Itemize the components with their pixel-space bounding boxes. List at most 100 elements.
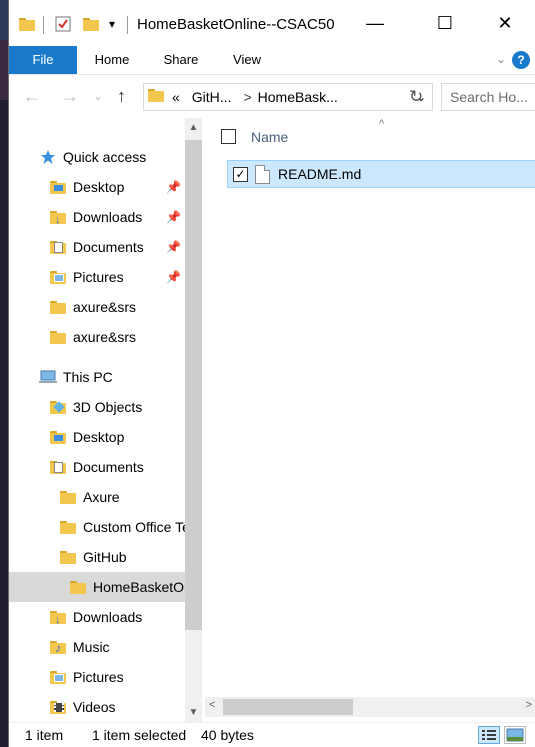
- forward-button[interactable]: →: [61, 86, 79, 107]
- customize-quick-access-dropdown[interactable]: ▾: [109, 14, 115, 34]
- address-row: ← → ⌄ ↑ « GitH... > HomeBask... ⌄ ↻ Sear…: [9, 74, 535, 118]
- status-size: 40 bytes: [201, 727, 254, 743]
- sidebar-item-label: Documents: [73, 459, 144, 475]
- sidebar-item-label: axure&srs: [73, 299, 137, 315]
- nav-pane-scrollbar[interactable]: ▲ ▼: [185, 118, 202, 722]
- recent-locations-button[interactable]: ⌄: [93, 89, 103, 103]
- window-title: HomeBasketOnline--CSAC50: [137, 16, 335, 33]
- tab-file[interactable]: File: [9, 46, 77, 74]
- document-file-icon: [255, 165, 270, 184]
- scrollbar-thumb[interactable]: [185, 140, 202, 630]
- sidebar-item-homebasketonline[interactable]: HomeBasketOnline--CSAC50: [9, 572, 185, 602]
- back-button[interactable]: ←: [23, 86, 41, 107]
- documents-folder-icon: [49, 459, 67, 475]
- breadcrumb-homebasket[interactable]: HomeBask...: [258, 89, 338, 105]
- desktop-background-strip: [0, 0, 8, 747]
- tab-home[interactable]: Home: [85, 46, 139, 74]
- videos-folder-icon: [49, 699, 67, 715]
- sidebar-item-label: Videos: [73, 699, 116, 715]
- new-folder-icon[interactable]: [83, 14, 99, 34]
- pin-icon[interactable]: 📌: [166, 240, 181, 254]
- folder-icon: [59, 489, 77, 505]
- tab-share[interactable]: Share: [155, 46, 207, 74]
- documents-folder-icon: [49, 239, 67, 255]
- properties-icon[interactable]: [55, 14, 71, 34]
- status-selection: 1 item selected: [92, 727, 187, 743]
- sidebar-item-pc-documents[interactable]: Documents: [9, 452, 185, 482]
- music-folder-icon: ♪: [49, 639, 67, 655]
- sidebar-item-desktop[interactable]: Desktop 📌: [9, 172, 185, 202]
- downloads-folder-icon: ↓: [49, 609, 67, 626]
- sidebar-item-label: Downloads: [73, 609, 143, 625]
- folder-icon: [49, 299, 67, 315]
- sidebar-item-pc-downloads[interactable]: ↓ Downloads: [9, 602, 185, 632]
- ribbon-tabs: File Home Share View ⌄ ?: [9, 46, 535, 74]
- scroll-up-arrow-icon[interactable]: ▲: [185, 122, 202, 133]
- sidebar-item-label: Desktop: [73, 179, 125, 195]
- sidebar-item-this-pc[interactable]: This PC: [9, 362, 185, 392]
- desktop-strip-mid: [0, 40, 8, 100]
- close-button[interactable]: ✕: [482, 0, 528, 46]
- sidebar-item-custom-office-templates[interactable]: Custom Office Templates: [9, 512, 185, 542]
- sidebar-item-pc-desktop[interactable]: Desktop: [9, 422, 185, 452]
- address-overflow[interactable]: «: [172, 89, 180, 105]
- pin-icon[interactable]: 📌: [166, 210, 181, 224]
- sidebar-item-label: GitHub: [83, 549, 127, 565]
- details-view-button[interactable]: [478, 726, 500, 744]
- tab-view[interactable]: View: [223, 46, 271, 74]
- sidebar-item-label: HomeBasketOnline--CSAC50: [93, 579, 185, 595]
- column-header-name[interactable]: Name: [251, 129, 288, 145]
- sidebar-item-github[interactable]: GitHub: [9, 542, 185, 572]
- scroll-down-arrow-icon[interactable]: ▼: [185, 707, 202, 718]
- address-bar[interactable]: « GitH... > HomeBask... ⌄: [143, 83, 433, 111]
- pictures-folder-icon: [49, 269, 67, 285]
- downloads-folder-icon: ↓: [49, 209, 67, 226]
- navigation-pane: Quick access Desktop 📌 ↓ Downloads 📌 Doc…: [9, 118, 203, 722]
- status-bar: 1 item 1 item selected 40 bytes: [9, 722, 535, 747]
- computer-icon: [39, 369, 57, 385]
- sidebar-item-pictures[interactable]: Pictures 📌: [9, 262, 185, 292]
- content-horizontal-scrollbar[interactable]: < >: [205, 697, 535, 717]
- sidebar-item-label: Custom Office Templates: [83, 519, 185, 535]
- sidebar-item-label: Pictures: [73, 669, 124, 685]
- scrollbar-thumb[interactable]: [223, 699, 353, 715]
- qa-separator: [43, 16, 44, 34]
- sidebar-item-axure-srs-2[interactable]: axure&srs: [9, 322, 185, 352]
- expand-ribbon-icon[interactable]: ⌄: [496, 52, 506, 66]
- sidebar-item-3d-objects[interactable]: 3D Objects: [9, 392, 185, 422]
- file-name[interactable]: README.md: [278, 166, 361, 182]
- sidebar-item-quick-access[interactable]: Quick access: [9, 142, 185, 172]
- scroll-left-arrow-icon[interactable]: <: [209, 699, 215, 711]
- file-row[interactable]: ✓ README.md: [227, 160, 535, 188]
- scroll-right-arrow-icon[interactable]: >: [526, 699, 532, 711]
- sidebar-item-axure[interactable]: Axure: [9, 482, 185, 512]
- sidebar-item-pc-pictures[interactable]: Pictures: [9, 662, 185, 692]
- pin-icon[interactable]: 📌: [166, 180, 181, 194]
- address-folder-icon: [148, 89, 164, 105]
- up-button[interactable]: ↑: [117, 86, 126, 107]
- title-separator: [127, 16, 128, 34]
- folder-icon: [69, 579, 87, 595]
- help-icon[interactable]: ?: [512, 51, 530, 69]
- sidebar-item-axure-srs-1[interactable]: axure&srs: [9, 292, 185, 322]
- sidebar-item-label: 3D Objects: [73, 399, 143, 415]
- file-checkbox[interactable]: ✓: [233, 167, 248, 182]
- breadcrumb-github[interactable]: GitH...: [192, 89, 232, 105]
- breadcrumb-separator[interactable]: >: [237, 89, 257, 105]
- desktop-folder-icon: [49, 429, 67, 445]
- sidebar-item-music[interactable]: ♪ Music: [9, 632, 185, 662]
- file-list: Name ^ ✓ README.md: [205, 118, 535, 722]
- select-all-checkbox[interactable]: [221, 129, 236, 144]
- folder-icon: [59, 549, 77, 565]
- pictures-folder-icon: [49, 669, 67, 685]
- large-icons-view-button[interactable]: [504, 726, 526, 744]
- sidebar-item-documents[interactable]: Documents 📌: [9, 232, 185, 262]
- sidebar-item-videos[interactable]: Videos: [9, 692, 185, 722]
- maximize-button[interactable]: ☐: [422, 0, 468, 46]
- pin-icon[interactable]: 📌: [166, 270, 181, 284]
- refresh-button[interactable]: ↻: [409, 87, 423, 107]
- sidebar-item-downloads[interactable]: ↓ Downloads 📌: [9, 202, 185, 232]
- minimize-button[interactable]: —: [352, 0, 398, 46]
- search-input[interactable]: Search Ho...: [441, 83, 535, 111]
- desktop-folder-icon: [49, 179, 67, 195]
